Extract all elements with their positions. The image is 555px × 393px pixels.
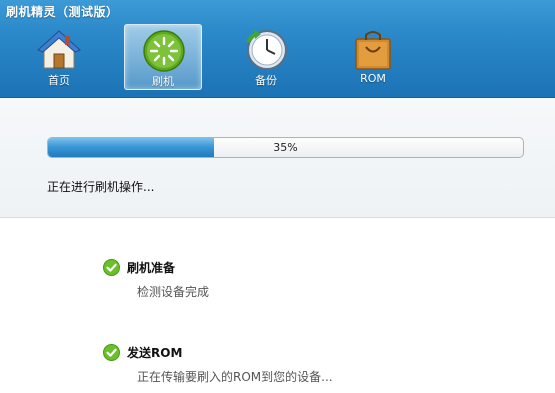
nav-flash-label: 刷机 — [152, 75, 174, 88]
progress-panel: 35% 正在进行刷机操作... — [0, 98, 555, 218]
step-send-rom-title: 发送ROM — [127, 346, 183, 360]
nav-rom-label: ROM — [360, 72, 386, 85]
step-prepare-title: 刷机准备 — [127, 261, 176, 275]
flash-icon — [143, 30, 185, 72]
step-send-rom-desc: 正在传输要刷入的ROM到您的设备... — [137, 370, 333, 384]
nav-home-button[interactable]: 首页 — [20, 24, 98, 90]
nav-home-label: 首页 — [48, 74, 70, 87]
title-bar: 刷机精灵（测试版） 首页 刷机 备份 ROM — [0, 0, 555, 98]
check-icon — [103, 259, 120, 276]
shopping-bag-icon — [355, 31, 391, 70]
nav-backup-label: 备份 — [255, 74, 277, 87]
backup-clock-icon — [246, 30, 287, 70]
nav-rom-button[interactable]: ROM — [334, 24, 412, 90]
nav-backup-button[interactable]: 备份 — [227, 24, 305, 90]
house-icon — [37, 30, 81, 69]
progress-percent: 35% — [273, 141, 298, 154]
nav-flash-button[interactable]: 刷机 — [124, 24, 202, 90]
step-prepare-desc: 检测设备完成 — [137, 285, 210, 299]
app-title: 刷机精灵（测试版） — [6, 5, 119, 19]
check-icon — [103, 344, 120, 361]
progress-bar: 35% — [47, 137, 524, 158]
progress-status-text: 正在进行刷机操作... — [47, 180, 155, 194]
